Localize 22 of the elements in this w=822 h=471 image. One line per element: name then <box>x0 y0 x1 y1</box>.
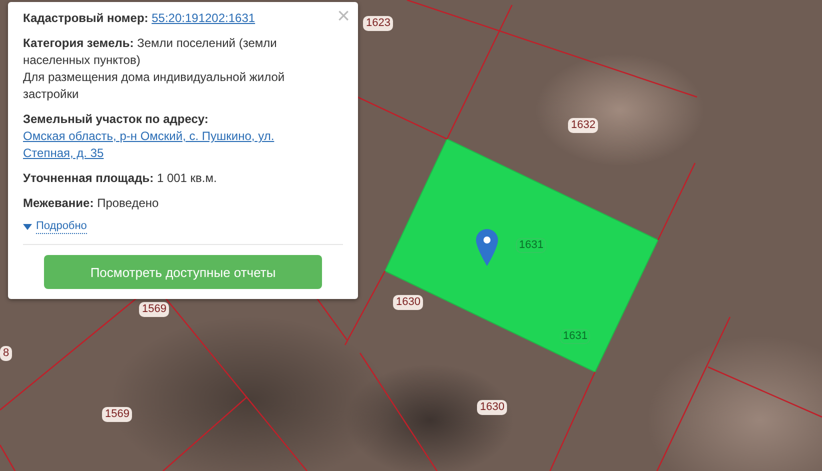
parcel-number-label: 1569 <box>102 407 132 422</box>
location-pin-icon[interactable] <box>476 229 498 266</box>
selected-parcel[interactable] <box>384 138 659 373</box>
field-note: Для размещения дома индивидуальной жилой застройки <box>23 69 286 103</box>
field-link[interactable]: 55:20:191202:1631 <box>152 11 256 25</box>
parcel-number-label: 1630 <box>477 400 508 415</box>
parcel-number-label: 8 <box>0 346 12 361</box>
parcel-field: Уточненная площадь: 1 001 кв.м. <box>23 170 217 187</box>
parcel-number-label: 1631 <box>560 329 590 344</box>
details-link[interactable]: Подробно <box>36 220 87 234</box>
parcel-number-label: 1630 <box>393 295 424 310</box>
parcel-number-label: 1569 <box>139 302 170 317</box>
field-label: Земельный участок по адресу: <box>23 112 208 126</box>
caret-down-icon <box>23 224 32 230</box>
parcel-field: Межевание: Проведено <box>23 195 159 212</box>
parcel-number-label: 1623 <box>363 16 394 31</box>
parcel-number-label: 1631 <box>516 238 546 253</box>
field-link[interactable]: Омская область, р-н Омский, с. Пушкино, ул. Степная, д. 35 <box>23 128 323 162</box>
parcel-number-label: 1632 <box>568 118 598 133</box>
parcel-field: Категория земель: Земли поселений (земли населенных пунктов) <box>23 35 323 69</box>
field-label: Кадастровый номер: <box>23 11 148 25</box>
parcel-boundary-line <box>0 444 16 471</box>
